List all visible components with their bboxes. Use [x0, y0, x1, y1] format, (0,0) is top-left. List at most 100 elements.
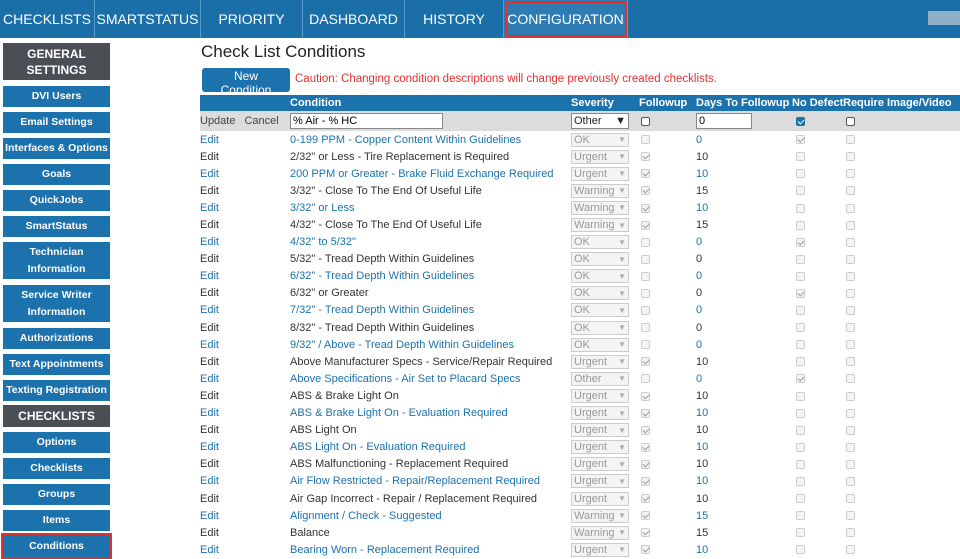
conditions-table: Condition Severity Followup Days To Foll… — [200, 95, 960, 558]
edit-link[interactable]: Edit — [200, 304, 219, 316]
table-row: Edit Air Flow Restricted - Repair/Replace… — [200, 473, 960, 490]
days-value: 10 — [696, 458, 709, 471]
cancel-link[interactable]: Cancel — [244, 115, 278, 127]
tab-dashboard[interactable]: DASHBOARD — [303, 0, 405, 38]
edit-link[interactable]: Edit — [200, 458, 219, 470]
table-row: Edit 8/32" - Tread Depth Within Guideline… — [200, 319, 960, 336]
require-image-checkbox — [846, 425, 855, 435]
edit-link[interactable]: Edit — [200, 236, 219, 248]
require-image-checkbox — [846, 511, 855, 521]
edit-link[interactable]: Edit — [200, 219, 219, 231]
sidebar-item-quickjobs[interactable]: QuickJobs — [3, 190, 110, 211]
chevron-down-icon: ▼ — [618, 425, 626, 435]
sidebar-item-service-writer-information[interactable]: Service Writer Information — [3, 285, 110, 322]
new-condition-button[interactable]: New Condition — [202, 68, 290, 97]
table-row: Edit 6/32" or Greater OK ▼ 0 — [200, 285, 960, 302]
followup-checkbox — [641, 357, 650, 367]
condition-text: 7/32" - Tread Depth Within Guidelines — [290, 304, 475, 317]
severity-select: Warning ▼ — [571, 508, 629, 523]
chevron-down-icon: ▼ — [618, 528, 626, 538]
no-defect-checkbox — [796, 459, 805, 469]
tab-checklists[interactable]: CHECKLISTS — [0, 0, 95, 38]
no-defect-checkbox — [796, 545, 805, 555]
severity-select: Urgent ▼ — [571, 423, 629, 438]
tab-configuration[interactable]: CONFIGURATION — [504, 0, 628, 38]
tab-priority[interactable]: PRIORITY — [201, 0, 303, 38]
sidebar-item-authorizations[interactable]: Authorizations — [3, 328, 110, 349]
days-value: 0 — [696, 287, 703, 300]
edit-link[interactable]: Edit — [200, 424, 219, 436]
chevron-down-icon: ▼ — [618, 459, 626, 469]
edit-link[interactable]: Edit — [200, 356, 219, 368]
user-menu[interactable] — [928, 11, 960, 25]
followup-checkbox — [641, 323, 650, 333]
col-header-no-defect: No Defect — [792, 95, 843, 111]
sidebar-item-options[interactable]: Options — [3, 432, 110, 453]
severity-select[interactable]: Other ▼ — [571, 113, 629, 129]
edit-link[interactable]: Edit — [200, 407, 219, 419]
edit-link[interactable]: Edit — [200, 134, 219, 146]
sidebar-item-groups[interactable]: Groups — [3, 484, 110, 505]
condition-text: 4/32" - Close To The End Of Useful Life — [290, 219, 482, 232]
sidebar-item-smartstatus[interactable]: SmartStatus — [3, 216, 110, 237]
edit-link[interactable]: Edit — [200, 475, 219, 487]
condition-text: Above Specifications - Air Set to Placar… — [290, 372, 521, 385]
condition-input[interactable] — [290, 113, 443, 129]
followup-checkbox — [641, 374, 650, 384]
tab-history[interactable]: HISTORY — [405, 0, 504, 38]
severity-select: OK ▼ — [571, 235, 629, 250]
sidebar-item-text-appointments[interactable]: Text Appointments — [3, 354, 110, 375]
table-row: Edit ABS Malfunctioning - Replacement Req… — [200, 456, 960, 473]
edit-link[interactable]: Edit — [200, 185, 219, 197]
no-defect-checkbox — [796, 323, 805, 333]
edit-link[interactable]: Edit — [200, 339, 219, 351]
tab-smartstatus[interactable]: SMARTSTATUS — [95, 0, 201, 38]
days-value: 15 — [696, 184, 709, 197]
edit-link[interactable]: Edit — [200, 441, 219, 453]
condition-text: Air Flow Restricted - Repair/Replacement… — [290, 475, 541, 488]
chevron-down-icon: ▼ — [618, 220, 626, 230]
severity-select: Urgent ▼ — [571, 149, 629, 164]
days-value: 0 — [696, 304, 703, 317]
followup-checkbox — [641, 511, 650, 521]
edit-link[interactable]: Edit — [200, 544, 219, 556]
chevron-down-icon: ▼ — [618, 323, 626, 333]
require-image-checkbox[interactable] — [846, 116, 855, 126]
sidebar-item-email-settings[interactable]: Email Settings — [3, 112, 110, 133]
sidebar-item-items[interactable]: Items — [3, 510, 110, 531]
sidebar-item-checklists[interactable]: Checklists — [3, 458, 110, 479]
edit-link[interactable]: Edit — [200, 253, 219, 265]
sidebar-item-dvi-users[interactable]: DVI Users — [3, 86, 110, 107]
sidebar-item-interfaces-options[interactable]: Interfaces & Options — [3, 138, 110, 159]
no-defect-checkbox[interactable] — [796, 116, 805, 126]
sidebar-item-goals[interactable]: Goals — [3, 164, 110, 185]
edit-link[interactable]: Edit — [200, 373, 219, 385]
followup-checkbox[interactable] — [641, 116, 650, 126]
edit-link[interactable]: Edit — [200, 287, 219, 299]
severity-select: OK ▼ — [571, 286, 629, 301]
require-image-checkbox — [846, 374, 855, 384]
chevron-down-icon: ▼ — [618, 494, 626, 504]
edit-link[interactable]: Edit — [200, 151, 219, 163]
condition-text: 6/32" or Greater — [290, 287, 369, 300]
update-link[interactable]: Update — [200, 115, 235, 127]
chevron-down-icon: ▼ — [618, 408, 626, 418]
sidebar-item-texting-registration[interactable]: Texting Registration — [3, 380, 110, 401]
require-image-checkbox — [846, 271, 855, 281]
sidebar-item-conditions[interactable]: Conditions — [1, 533, 112, 559]
edit-link[interactable]: Edit — [200, 493, 219, 505]
edit-link[interactable]: Edit — [200, 322, 219, 334]
days-input[interactable] — [696, 113, 752, 129]
edit-link[interactable]: Edit — [200, 527, 219, 539]
condition-text: 0-199 PPM - Copper Content Within Guidel… — [290, 133, 522, 146]
edit-link[interactable]: Edit — [200, 390, 219, 402]
chevron-down-icon: ▼ — [618, 237, 626, 247]
edit-link[interactable]: Edit — [200, 270, 219, 282]
edit-link[interactable]: Edit — [200, 168, 219, 180]
sidebar-item-technician-information[interactable]: Technician Information — [3, 242, 110, 279]
chevron-down-icon: ▼ — [618, 391, 626, 401]
edit-link[interactable]: Edit — [200, 510, 219, 522]
table-row: Edit Alignment / Check - Suggested Warning… — [200, 507, 960, 524]
edit-link[interactable]: Edit — [200, 202, 219, 214]
severity-select: Warning ▼ — [571, 200, 629, 215]
